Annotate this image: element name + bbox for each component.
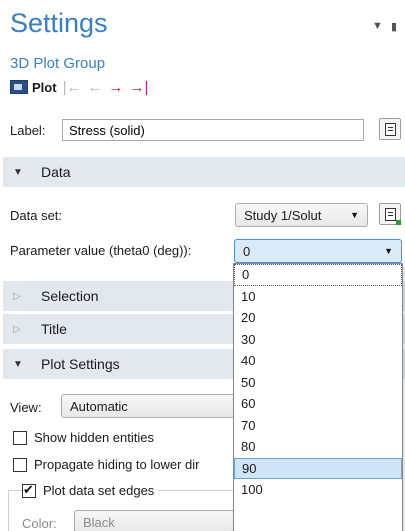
chevron-down-icon[interactable]: ▼	[372, 20, 383, 33]
plot-button-label: Plot	[32, 79, 57, 95]
chevron-down-icon: ▼	[384, 246, 393, 256]
option-item[interactable]: 100	[234, 479, 402, 501]
section-data[interactable]: ▼ Data	[3, 157, 405, 187]
checkbox-box	[22, 482, 36, 498]
dataset-label: Data set:	[10, 208, 63, 223]
option-item[interactable]: 60	[234, 393, 402, 415]
panel-title: Settings	[10, 8, 108, 38]
option-item[interactable]: 30	[234, 329, 402, 351]
goto-source-icon	[384, 207, 396, 221]
next-icon[interactable]: →	[108, 80, 123, 95]
collapsed-triangle-icon: ▷	[13, 323, 21, 335]
option-item[interactable]: 0	[234, 264, 402, 286]
pin-icon[interactable]: ▮	[391, 20, 397, 33]
document-icon	[384, 122, 396, 136]
plot-edges-checkbox[interactable]: Plot data set edges	[22, 482, 159, 498]
option-item[interactable]: 80	[234, 436, 402, 458]
color-select[interactable]: Black	[74, 510, 244, 531]
view-label: View:	[10, 400, 42, 415]
option-item[interactable]: 40	[234, 350, 402, 372]
option-item[interactable]: 50	[234, 372, 402, 394]
color-label: Color:	[22, 516, 57, 531]
plot-icon	[10, 80, 28, 94]
parameter-value-label: Parameter value (theta0 (deg)):	[10, 243, 192, 258]
option-item[interactable]: 10	[234, 286, 402, 308]
first-icon[interactable]: |←	[63, 80, 82, 95]
plot-toolbar: Plot |← ← → →|	[10, 77, 148, 97]
show-hidden-checkbox[interactable]: Show hidden entities	[13, 430, 154, 445]
checkbox-box	[13, 457, 27, 472]
expanded-triangle-icon: ▼	[13, 166, 23, 178]
option-item-selected[interactable]: 90	[234, 457, 402, 479]
dataset-select[interactable]: Study 1/Solut ▼	[235, 203, 368, 227]
previous-icon[interactable]: ←	[87, 80, 102, 95]
dataset-goto-button[interactable]	[379, 203, 401, 225]
propagate-hiding-checkbox[interactable]: Propagate hiding to lower dir	[13, 457, 200, 472]
panel-subtitle: 3D Plot Group	[10, 55, 106, 72]
option-item[interactable]: 20	[234, 307, 402, 329]
view-select[interactable]: Automatic	[61, 394, 241, 418]
label-input[interactable]	[62, 119, 364, 141]
last-icon[interactable]: →|	[129, 80, 148, 95]
expanded-triangle-icon: ▼	[13, 358, 23, 370]
plot-button[interactable]: Plot	[10, 80, 57, 95]
collapsed-triangle-icon: ▷	[13, 290, 21, 302]
parameter-value-select[interactable]: 0 ▼	[234, 239, 402, 263]
label-field-label: Label:	[10, 123, 46, 138]
parameter-value-listbox[interactable]: 0 10 20 30 40 50 60 70 80 90 100	[233, 263, 403, 531]
checkbox-box	[13, 430, 27, 445]
chevron-down-icon: ▼	[350, 210, 359, 220]
window-controls: ▼ ▮	[372, 20, 397, 33]
label-reset-button[interactable]	[379, 118, 401, 140]
option-item[interactable]: 70	[234, 415, 402, 437]
